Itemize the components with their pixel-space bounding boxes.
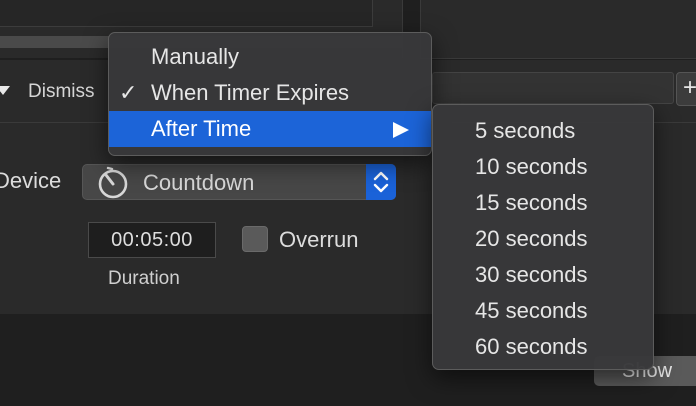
- menu-item-manually[interactable]: Manually: [109, 39, 431, 75]
- top-right-panel: [420, 0, 696, 59]
- timer-icon: [98, 166, 128, 199]
- submenu-item-label: 15 seconds: [475, 190, 588, 215]
- submenu-item-30-seconds[interactable]: 30 seconds: [433, 257, 653, 293]
- disclosure-triangle-icon[interactable]: [0, 86, 10, 95]
- dismiss-menu: Manually ✓ When Timer Expires After Time: [108, 32, 432, 156]
- duration-field[interactable]: 00:05:00: [88, 222, 216, 258]
- dismiss-label: Dismiss: [28, 81, 95, 102]
- device-label: Device: [0, 168, 62, 193]
- add-button[interactable]: +: [676, 72, 696, 106]
- after-time-submenu: 5 seconds 10 seconds 15 seconds 20 secon…: [432, 104, 654, 370]
- submenu-item-label: 20 seconds: [475, 226, 588, 251]
- submenu-item-label: 5 seconds: [475, 118, 576, 143]
- menu-item-label: After Time: [151, 116, 252, 141]
- menu-item-label: Manually: [151, 44, 240, 69]
- overrun-checkbox[interactable]: [242, 226, 268, 252]
- submenu-item-label: 45 seconds: [475, 298, 588, 323]
- timer-type-value: Countdown: [143, 170, 255, 195]
- submenu-item-label: 30 seconds: [475, 262, 588, 287]
- stepper-icon: [373, 171, 389, 193]
- submenu-item-45-seconds[interactable]: 45 seconds: [433, 293, 653, 329]
- top-left-inner-pane: [0, 0, 373, 27]
- duration-label: Duration: [108, 268, 180, 289]
- menu-item-when-timer-expires[interactable]: ✓ When Timer Expires: [109, 75, 431, 111]
- overrun-label: Overrun: [279, 227, 359, 252]
- submenu-item-60-seconds[interactable]: 60 seconds: [433, 329, 653, 365]
- submenu-item-10-seconds[interactable]: 10 seconds: [433, 149, 653, 185]
- dismiss-field: [432, 72, 674, 104]
- checkmark-icon: ✓: [119, 80, 138, 105]
- submenu-item-label: 60 seconds: [475, 334, 588, 359]
- submenu-item-5-seconds[interactable]: 5 seconds: [433, 113, 653, 149]
- submenu-item-20-seconds[interactable]: 20 seconds: [433, 221, 653, 257]
- menu-item-after-time[interactable]: After Time: [109, 111, 431, 147]
- menu-item-label: When Timer Expires: [151, 80, 350, 105]
- submenu-arrow-icon: [393, 122, 409, 138]
- submenu-item-15-seconds[interactable]: 15 seconds: [433, 185, 653, 221]
- popup-stepper[interactable]: [366, 164, 396, 200]
- submenu-item-label: 10 seconds: [475, 154, 588, 179]
